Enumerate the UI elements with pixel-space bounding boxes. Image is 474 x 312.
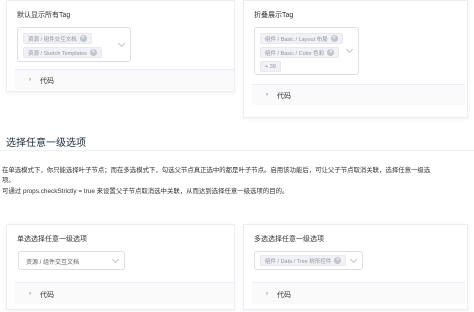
- card-collapse-tags: 折叠展示Tag 组件 / Basic / Layout 布局 ✕ 组件 / Ba…: [243, 0, 468, 118]
- close-icon[interactable]: ✕: [334, 257, 342, 264]
- caret-right-icon: ›: [266, 92, 268, 98]
- close-icon[interactable]: ✕: [327, 49, 335, 56]
- code-label: 代码: [40, 291, 54, 299]
- chevron-down-icon[interactable]: [111, 255, 120, 264]
- card-title: 默认显示所有Tag: [17, 12, 71, 19]
- close-icon[interactable]: ✕: [79, 35, 87, 42]
- selected-tag: 组件 / Basic / Layout 布局 ✕: [260, 33, 343, 44]
- section-description-line: 项。: [2, 177, 15, 184]
- section-description-line: 可通过 props.checkStrictly = true 来设置父子节点取消…: [2, 188, 289, 195]
- close-icon[interactable]: ✕: [89, 49, 97, 56]
- card-default-tags: 默认显示所有Tag 资源 / 组件交互文档 ✕ 资源 / Sketch Temp…: [6, 0, 235, 92]
- tag-label: 组件 / Basic / Layout 布局: [265, 36, 328, 43]
- tag-label: 资源 / Sketch Templates: [28, 50, 87, 57]
- cascader-multi-input[interactable]: 组件 / Data / Tree 树形控件 ✕: [254, 251, 363, 270]
- code-label: 代码: [277, 291, 291, 299]
- selected-value: 资源 / 组件交互文档: [26, 259, 80, 266]
- tag-label: 组件 / Data / Tree 树形控件: [265, 258, 332, 265]
- code-toggle-bar[interactable]: › 代码: [15, 69, 234, 90]
- code-label: 代码: [40, 78, 54, 85]
- card-single-select: 单选选择任意一级选项 资源 / 组件交互文档 › 代码: [6, 224, 235, 310]
- code-label: 代码: [277, 93, 291, 100]
- cascader-single-input[interactable]: 资源 / 组件交互文档: [18, 251, 125, 270]
- section-description-line: 在单选模式下，你只能选择叶子节点；而在多选模式下，勾选父节点真正选中的都是叶子节…: [2, 167, 431, 174]
- collapsed-count: + 39: [265, 63, 276, 70]
- caret-right-icon: ›: [29, 290, 31, 297]
- chevron-down-icon[interactable]: [345, 45, 354, 54]
- card-title: 单选选择任意一级选项: [17, 236, 87, 243]
- cascader-multi-input[interactable]: 资源 / 组件交互文档 ✕ 资源 / Sketch Templates ✕: [17, 27, 131, 62]
- selected-tag: 资源 / 组件交互文档 ✕: [23, 33, 92, 44]
- card-title: 折叠展示Tag: [254, 12, 294, 19]
- selected-tag: 资源 / Sketch Templates ✕: [23, 47, 102, 58]
- code-toggle-bar[interactable]: › 代码: [252, 84, 465, 105]
- caret-right-icon: ›: [266, 290, 268, 297]
- card-multi-select: 多选选择任意一级选项 组件 / Data / Tree 树形控件 ✕ › 代码: [243, 224, 468, 310]
- tag-label: 组件 / Basic / Color 色彩: [265, 50, 325, 57]
- tag-label: 资源 / 组件交互文档: [28, 36, 77, 43]
- card-title: 多选选择任意一级选项: [254, 236, 324, 243]
- collapsed-count-tag: + 39: [260, 61, 281, 72]
- code-toggle-bar[interactable]: › 代码: [15, 282, 234, 304]
- cascader-collapse-input[interactable]: 组件 / Basic / Layout 布局 ✕ 组件 / Basic / Co…: [254, 27, 359, 75]
- selected-tag: 组件 / Basic / Color 色彩 ✕: [260, 47, 340, 58]
- close-icon[interactable]: ✕: [330, 35, 338, 42]
- divider: [0, 150, 474, 151]
- section-heading: 选择任意一级选项: [6, 138, 86, 149]
- caret-right-icon: ›: [29, 77, 31, 83]
- selected-tag: 组件 / Data / Tree 树形控件 ✕: [260, 255, 347, 266]
- chevron-down-icon[interactable]: [349, 255, 358, 264]
- chevron-down-icon[interactable]: [117, 39, 126, 48]
- code-toggle-bar[interactable]: › 代码: [252, 282, 465, 304]
